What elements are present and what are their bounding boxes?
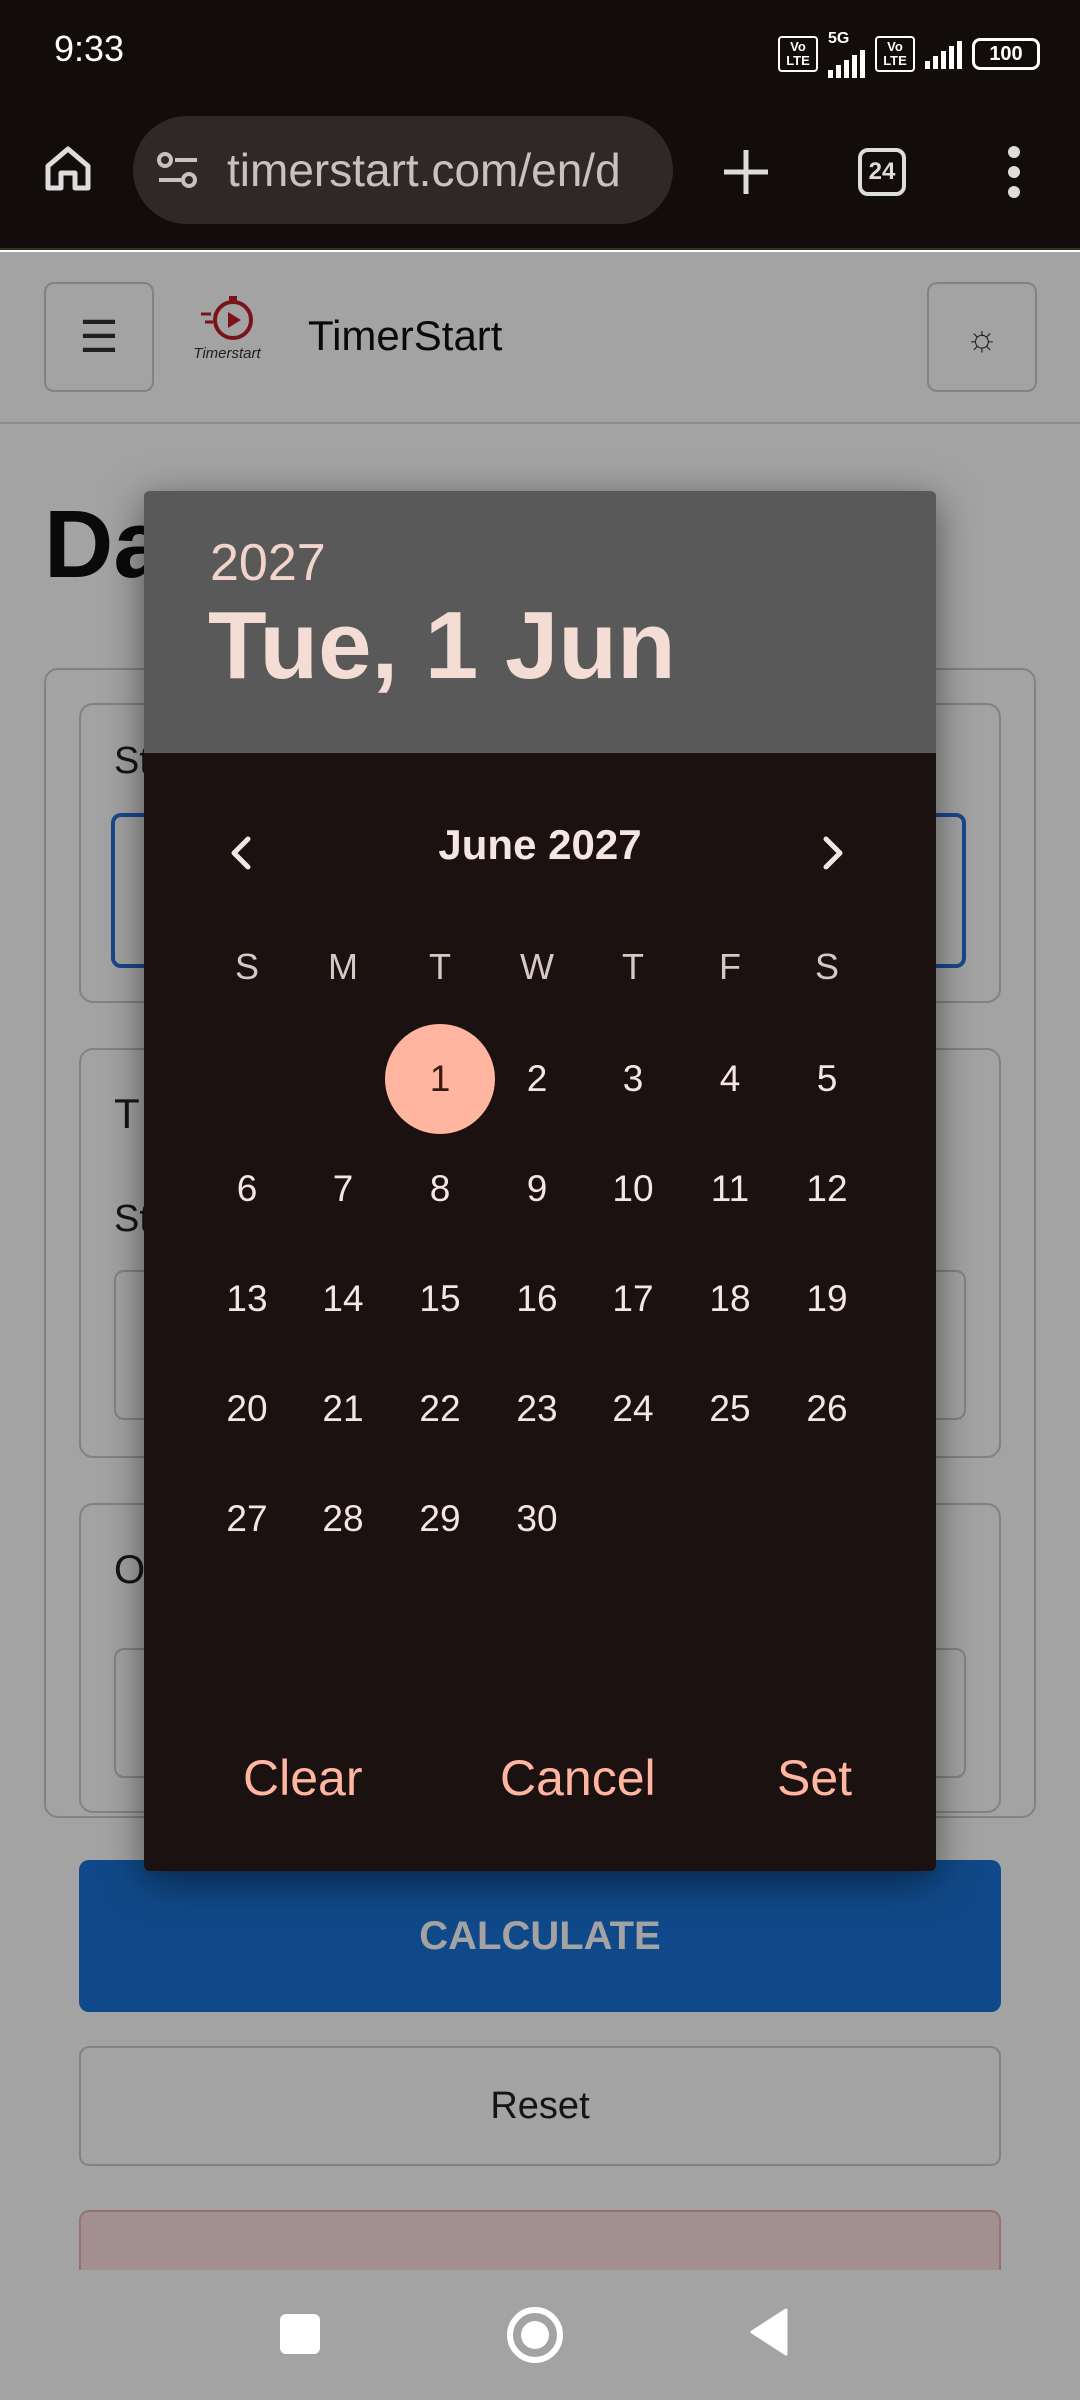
calendar-day[interactable]: 22	[385, 1354, 495, 1464]
calendar-day[interactable]: 10	[578, 1134, 688, 1244]
weekday-label: M	[328, 946, 358, 987]
weekday-label: S	[814, 946, 839, 987]
status-icons: Vo LTE 5G Vo LTE 100	[778, 30, 1040, 78]
calendar-day[interactable]: 18	[675, 1244, 785, 1354]
new-tab-icon[interactable]	[718, 144, 774, 200]
calendar-day[interactable]: 7	[288, 1134, 398, 1244]
calendar-day[interactable]: 29	[385, 1464, 495, 1574]
calendar-day[interactable]: 24	[578, 1354, 688, 1464]
calendar-day[interactable]: 8	[385, 1134, 495, 1244]
date-picker-dialog: 2027 Tue, 1 Jun June 2027 Clear Cancel S…	[144, 491, 936, 1871]
tab-switcher-button[interactable]: 24	[858, 148, 906, 196]
home-icon[interactable]	[40, 140, 96, 196]
more-options-icon[interactable]	[1000, 142, 1028, 202]
set-button[interactable]: Set	[777, 1749, 852, 1807]
signal-icon	[828, 48, 865, 78]
volte-badge-2: Vo LTE	[875, 36, 915, 72]
calendar-day[interactable]: 3	[578, 1024, 688, 1134]
calendar-day[interactable]: 13	[192, 1244, 302, 1354]
calendar-day[interactable]: 28	[288, 1464, 398, 1574]
calendar-day-selected[interactable]: 1	[385, 1024, 495, 1134]
cancel-button[interactable]: Cancel	[500, 1749, 656, 1807]
calendar-day[interactable]: 12	[772, 1134, 882, 1244]
network-type-label: 5G	[828, 30, 850, 47]
calendar-day[interactable]: 21	[288, 1354, 398, 1464]
calendar-day[interactable]: 4	[675, 1024, 785, 1134]
chevron-right-icon	[823, 836, 843, 870]
next-month-button[interactable]	[802, 823, 862, 883]
signal-icon-2	[925, 39, 962, 69]
address-bar[interactable]: timerstart.com/en/d	[133, 116, 673, 224]
calendar-day[interactable]: 2	[482, 1024, 592, 1134]
selected-date-label: Tue, 1 Jun	[208, 592, 676, 699]
url-text: timerstart.com/en/d	[227, 144, 621, 196]
weekday-label: T	[622, 946, 644, 987]
calendar-day[interactable]: 6	[192, 1134, 302, 1244]
calendar-day[interactable]: 14	[288, 1244, 398, 1354]
signal-5g: 5G	[828, 30, 865, 78]
calendar-day[interactable]: 5	[772, 1024, 882, 1134]
calendar-day[interactable]: 25	[675, 1354, 785, 1464]
calendar-day[interactable]: 30	[482, 1464, 592, 1574]
calendar-day[interactable]: 19	[772, 1244, 882, 1354]
calendar-day[interactable]: 9	[482, 1134, 592, 1244]
calendar-day[interactable]: 27	[192, 1464, 302, 1574]
weekday-label: S	[234, 946, 259, 987]
site-settings-icon[interactable]	[155, 147, 201, 193]
clear-button[interactable]: Clear	[243, 1749, 362, 1807]
recents-button-icon[interactable]	[280, 2314, 320, 2354]
selected-year[interactable]: 2027	[210, 533, 326, 593]
home-button-icon[interactable]	[507, 2307, 563, 2363]
weekday-label: F	[719, 946, 741, 987]
volte-badge: Vo LTE	[778, 36, 818, 72]
calendar-day[interactable]: 23	[482, 1354, 592, 1464]
calendar-day[interactable]: 16	[482, 1244, 592, 1354]
calendar-day[interactable]: 11	[675, 1134, 785, 1244]
back-button-icon[interactable]	[748, 2308, 790, 2356]
calendar-day[interactable]: 17	[578, 1244, 688, 1354]
weekday-label: T	[429, 946, 451, 987]
weekday-label: W	[520, 946, 554, 987]
calendar-day[interactable]: 26	[772, 1354, 882, 1464]
battery-icon: 100	[972, 38, 1040, 70]
calendar-day[interactable]: 20	[192, 1354, 302, 1464]
status-time: 9:33	[54, 28, 125, 69]
calendar-day[interactable]: 15	[385, 1244, 495, 1354]
